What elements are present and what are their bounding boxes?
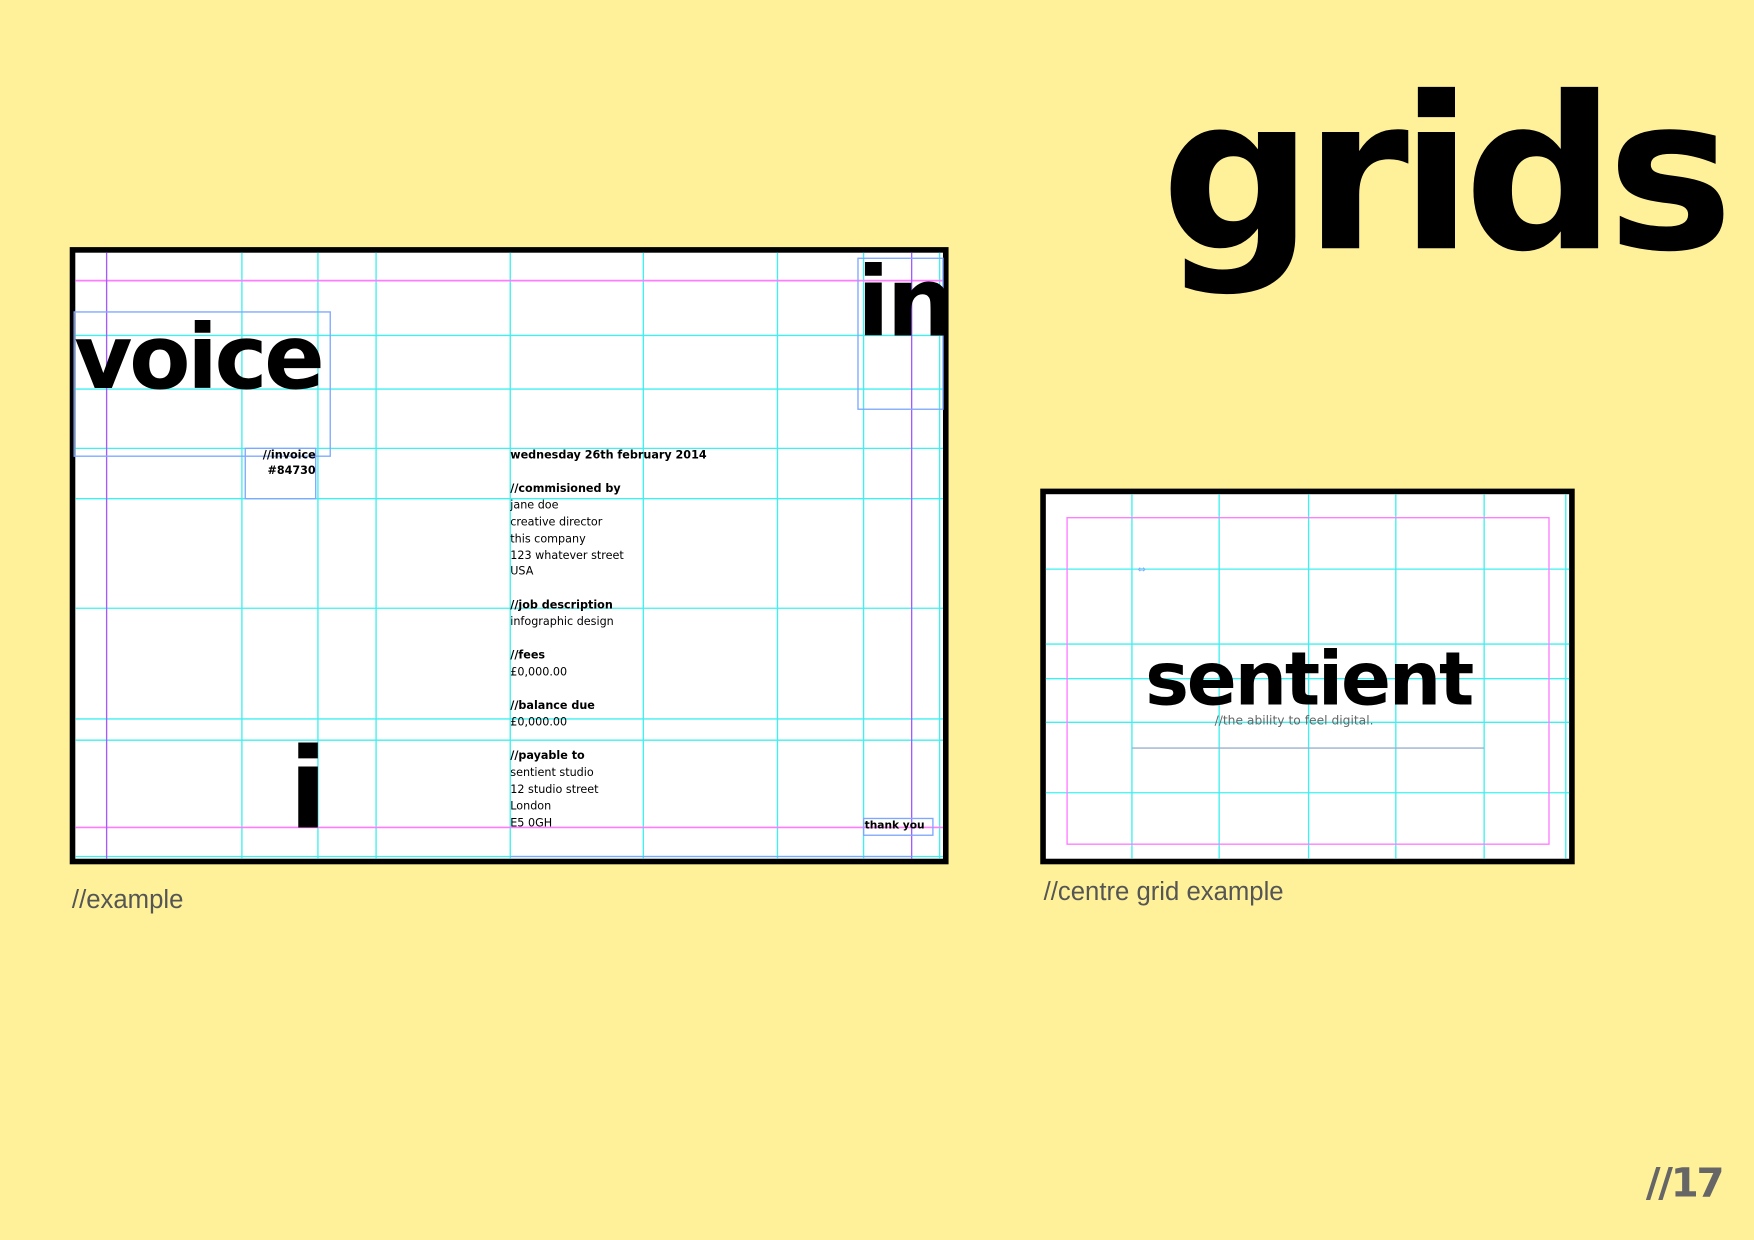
commissioned-line: creative director: [510, 516, 603, 529]
headline-in: in: [857, 246, 952, 358]
thank-you: thank you: [865, 819, 925, 832]
centre-example-caption: //centre grid example: [1044, 878, 1284, 906]
fees-heading: //fees: [510, 649, 545, 662]
commissioned-heading: //commisioned by: [510, 482, 621, 495]
page-number: //17: [1646, 1160, 1722, 1206]
payable-line: sentient studio: [510, 766, 594, 779]
slide: grids voice in i //invoice #84730 wednes…: [0, 0, 1754, 1240]
centre-grid-example: ⇔ sentient //the ability to feel digital…: [1040, 488, 1575, 865]
invoice-example: voice in i //invoice #84730 wednesday 26…: [69, 246, 955, 865]
job-heading: //job description: [510, 598, 613, 611]
invoice-number: #84730: [267, 464, 315, 477]
fees-value: £0,000.00: [510, 665, 567, 678]
payable-line: 12 studio street: [510, 783, 599, 796]
invoice-label: //invoice: [263, 448, 316, 461]
commissioned-line: this company: [510, 532, 586, 545]
link-icon: ⇔: [1138, 564, 1146, 575]
commissioned-line: USA: [510, 565, 533, 578]
slide-title: grids: [1161, 52, 1724, 299]
headline-voice: voice: [74, 306, 321, 410]
balance-value: £0,000.00: [510, 716, 567, 729]
job-value: infographic design: [510, 615, 614, 628]
commissioned-line: 123 whatever street: [510, 549, 624, 562]
sentient-wordmark: sentient: [1145, 637, 1473, 722]
payable-line: London: [510, 800, 551, 813]
commissioned-line: jane doe: [509, 499, 558, 512]
payable-heading: //payable to: [510, 749, 585, 762]
sentient-tagline: //the ability to feel digital.: [1215, 714, 1374, 728]
example-caption: //example: [72, 886, 183, 914]
balance-heading: //balance due: [510, 699, 595, 712]
figure-letter-i: i: [289, 724, 327, 854]
invoice-date: wednesday 26th february 2014: [510, 448, 707, 461]
payable-line: E5 0GH: [510, 816, 552, 829]
